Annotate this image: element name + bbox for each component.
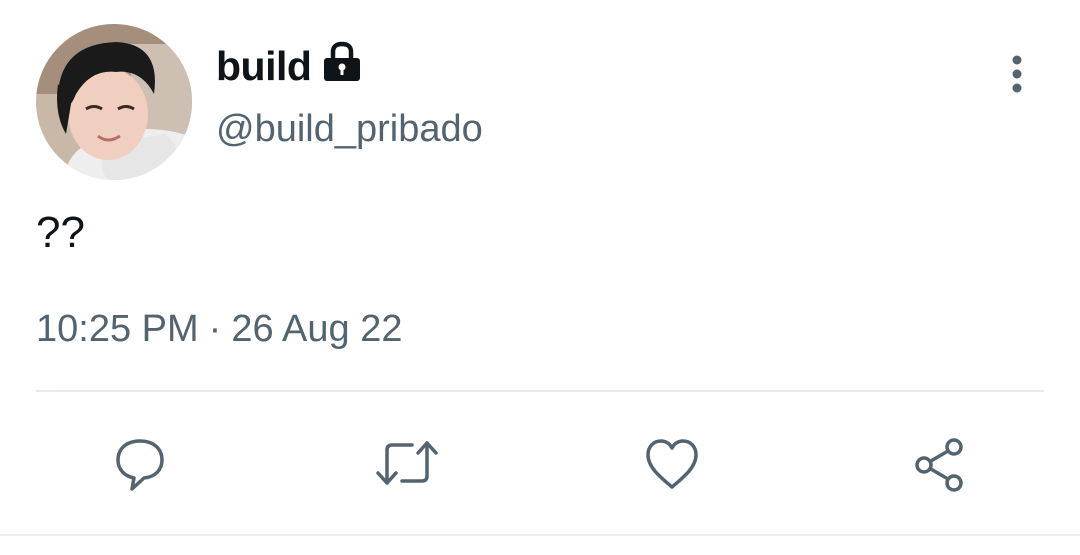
comment-icon [116, 439, 164, 491]
retweet-button[interactable] [372, 428, 442, 498]
action-bar [0, 428, 1080, 498]
retweet-icon [376, 441, 438, 485]
divider [36, 390, 1044, 392]
avatar[interactable] [36, 24, 192, 180]
author-name-row: build [216, 40, 363, 92]
avatar-photo [36, 24, 192, 180]
more-vertical-icon[interactable] [1000, 52, 1034, 100]
tweet-time: 10:25 PM [36, 308, 199, 350]
share-icon [915, 438, 963, 492]
tweet-text: ?? [36, 208, 85, 257]
share-button[interactable] [904, 428, 974, 498]
tweet-date: 26 Aug 22 [231, 308, 403, 350]
user-handle[interactable]: @build_pribado [216, 108, 483, 151]
bottom-border [0, 534, 1080, 536]
tweet-timestamp: 10:25 PM · 26 Aug 22 [36, 308, 402, 351]
tweet-card: build @build_pribado ?? 10:25 PM · 26 Au… [0, 0, 1080, 555]
heart-icon [646, 439, 698, 489]
reply-button[interactable] [105, 428, 175, 498]
display-name[interactable]: build [216, 43, 312, 90]
meta-separator: · [208, 308, 222, 350]
lock-icon [321, 41, 363, 83]
like-button[interactable] [637, 428, 707, 498]
